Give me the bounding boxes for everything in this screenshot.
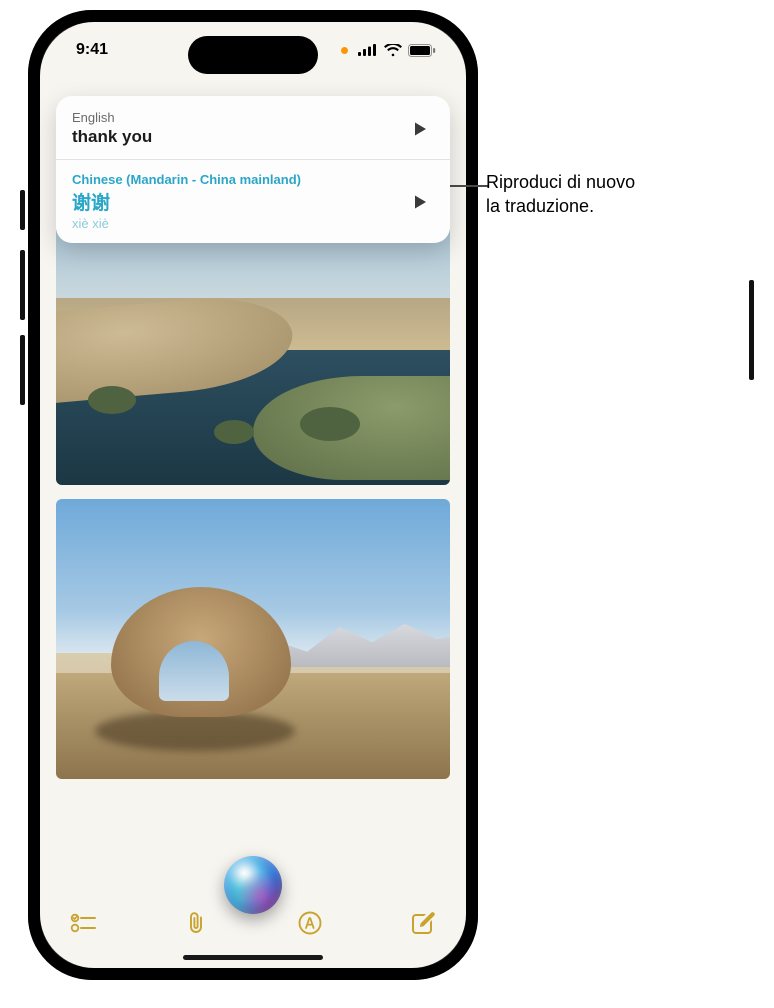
- compose-icon: [410, 910, 436, 936]
- cellular-signal-icon: [358, 44, 378, 56]
- note-photo-arch[interactable]: [56, 499, 450, 779]
- callout-line-1: Riproduci di nuovo: [486, 170, 635, 194]
- siri-orb[interactable]: [224, 856, 282, 914]
- play-translation-button[interactable]: [406, 188, 434, 216]
- play-source-button[interactable]: [406, 115, 434, 143]
- checklist-icon: [70, 912, 96, 934]
- mic-indicator-dot: [341, 47, 348, 54]
- new-note-button[interactable]: [408, 908, 438, 938]
- card-divider: [56, 159, 450, 160]
- attachment-button[interactable]: [181, 908, 211, 938]
- status-time: 9:41: [76, 41, 108, 59]
- translation-source-row: English thank you: [72, 110, 434, 147]
- markup-button[interactable]: [295, 908, 325, 938]
- content-area: English thank you Chinese (Mandarin - Ch…: [40, 78, 466, 968]
- source-text: thank you: [72, 127, 152, 147]
- target-language-label: Chinese (Mandarin - China mainland): [72, 172, 301, 187]
- callout-line-2: la traduzione.: [486, 194, 635, 218]
- note-photo-river[interactable]: [56, 225, 450, 485]
- wifi-icon: [384, 44, 402, 57]
- target-text: 谢谢: [72, 188, 301, 215]
- phone-mute-switch: [20, 190, 25, 230]
- paperclip-icon: [184, 910, 208, 936]
- markup-icon: [297, 910, 323, 936]
- play-icon: [413, 121, 427, 137]
- phone-volume-down: [20, 335, 25, 405]
- checklist-button[interactable]: [68, 908, 98, 938]
- siri-translation-card: English thank you Chinese (Mandarin - Ch…: [56, 96, 450, 243]
- callout-text: Riproduci di nuovo la traduzione.: [486, 170, 635, 219]
- translation-target-row: Chinese (Mandarin - China mainland) 谢谢 x…: [72, 172, 434, 231]
- phone-side-button-right: [749, 280, 754, 380]
- play-icon: [413, 194, 427, 210]
- source-language-label: English: [72, 110, 152, 125]
- battery-icon: [408, 44, 436, 57]
- iphone-frame: 9:41 English thank you: [28, 10, 478, 980]
- dynamic-island: [188, 36, 318, 74]
- phone-volume-up: [20, 250, 25, 320]
- status-right: [341, 44, 436, 57]
- screen: 9:41 English thank you: [40, 22, 466, 968]
- target-romanization: xiè xiè: [72, 216, 301, 231]
